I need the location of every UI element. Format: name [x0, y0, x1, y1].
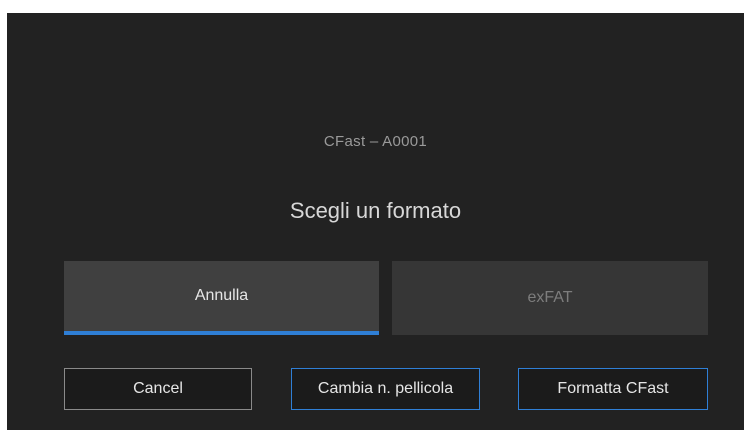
format-cfast-button[interactable]: Formatta CFast: [518, 368, 708, 410]
card-label: CFast – A0001: [323, 133, 428, 150]
annulla-option-label: Annulla: [194, 287, 249, 304]
format-dialog: CFast – A0001 Scegli un formato Annulla …: [7, 13, 744, 430]
change-roll-number-button[interactable]: Cambia n. pellicola: [291, 368, 480, 410]
dialog-title: Scegli un formato: [289, 198, 462, 223]
format-cfast-label: Formatta CFast: [557, 380, 669, 397]
cancel-button[interactable]: Cancel: [64, 368, 252, 410]
annulla-option[interactable]: Annulla: [64, 261, 379, 335]
exfat-option-label: exFAT: [527, 289, 573, 306]
cancel-button-label: Cancel: [133, 380, 183, 397]
change-roll-number-label: Cambia n. pellicola: [317, 380, 454, 397]
exfat-option[interactable]: exFAT: [392, 261, 708, 335]
